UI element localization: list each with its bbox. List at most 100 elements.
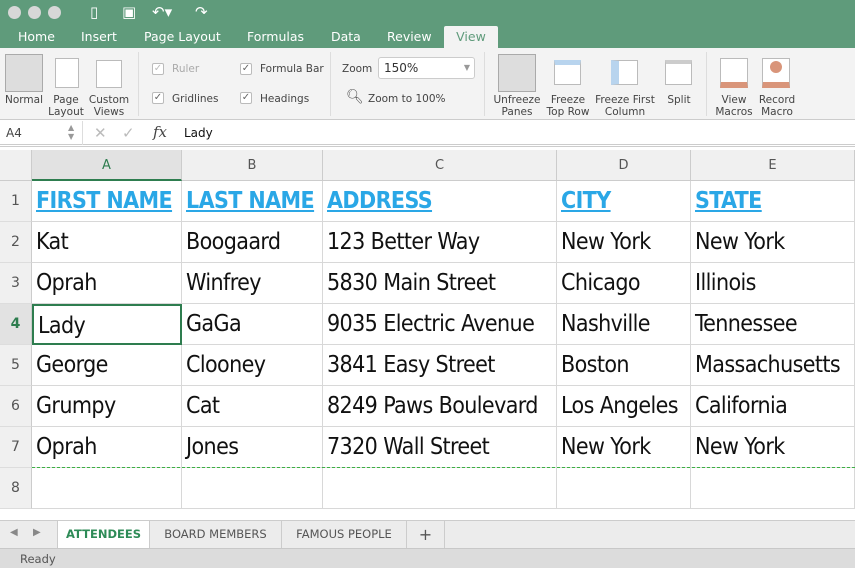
add-sheet-button[interactable]: + [407, 521, 445, 548]
freeze-first-column-icon[interactable] [611, 60, 638, 85]
cell[interactable]: Oprah [32, 427, 182, 468]
split-label[interactable]: Split [660, 94, 698, 106]
ruler-checkbox[interactable]: ✓ [152, 63, 164, 75]
cell[interactable]: Kat [32, 222, 182, 263]
cell[interactable]: Winfrey [182, 263, 323, 304]
cell[interactable] [182, 468, 323, 509]
row-header-6[interactable]: 6 [0, 386, 32, 427]
row-header-8[interactable]: 8 [0, 468, 32, 509]
column-header-A[interactable]: A [32, 150, 182, 181]
sheet-tab-famous-people[interactable]: FAMOUS PEOPLE [282, 521, 407, 548]
cell[interactable]: Massachusetts [691, 345, 855, 386]
page-layout-icon[interactable] [55, 58, 79, 88]
cell[interactable]: Tennessee [691, 304, 855, 345]
freeze-top-row-icon[interactable] [554, 60, 581, 85]
sidebar-icon[interactable]: ▯ [90, 3, 98, 21]
cell[interactable]: 123 Better Way [323, 222, 557, 263]
cell[interactable]: 8249 Paws Boulevard [323, 386, 557, 427]
name-box-stepper[interactable]: ▲ ▼ [68, 123, 74, 141]
cell[interactable] [557, 468, 691, 509]
cell[interactable]: Los Angeles [557, 386, 691, 427]
tab-home[interactable]: Home [18, 29, 55, 44]
row-header-2[interactable]: 2 [0, 222, 32, 263]
spreadsheet-grid[interactable]: A B C D E 1 FIRST NAME LAST NAME ADDRESS CITY STAT… [0, 150, 855, 520]
formula-bar-checkbox[interactable]: ✓ [240, 63, 252, 75]
unfreeze-panes-icon[interactable] [498, 54, 536, 92]
enter-icon[interactable]: ✓ [122, 124, 135, 142]
insert-function-button[interactable]: fx [153, 123, 167, 141]
cell[interactable]: Clooney [182, 345, 323, 386]
tab-data[interactable]: Data [331, 29, 361, 44]
cell[interactable]: 9035 Electric Avenue [323, 304, 557, 345]
row-header-5[interactable]: 5 [0, 345, 32, 386]
row-header-4[interactable]: 4 [0, 304, 32, 345]
record-macro-icon[interactable] [762, 58, 790, 88]
save-icon[interactable]: ▣ [122, 3, 136, 21]
tab-page-layout[interactable]: Page Layout [144, 29, 221, 44]
cell[interactable]: 5830 Main Street [323, 263, 557, 304]
cell[interactable]: Cat [182, 386, 323, 427]
cell[interactable]: California [691, 386, 855, 427]
redo-icon[interactable]: ↷ [195, 3, 208, 21]
record-macro-label[interactable]: Record Macro [755, 94, 799, 118]
cell[interactable]: Illinois [691, 263, 855, 304]
cancel-icon[interactable]: ✕ [94, 124, 107, 142]
cell[interactable]: Chicago [557, 263, 691, 304]
cell[interactable]: GaGa [182, 304, 323, 345]
zoom-button[interactable] [48, 6, 61, 19]
cell[interactable]: Oprah [32, 263, 182, 304]
scroll-right-icon[interactable]: ▶ [33, 527, 41, 538]
column-title-cell[interactable]: LAST NAME [182, 181, 323, 222]
cell[interactable]: Boogaard [182, 222, 323, 263]
scroll-left-icon[interactable]: ◀ [10, 527, 18, 538]
tab-insert[interactable]: Insert [81, 29, 117, 44]
close-button[interactable] [8, 6, 21, 19]
zoom-select[interactable]: 150% ▼ [378, 57, 475, 79]
tab-view[interactable]: View [444, 26, 498, 48]
view-macros-icon[interactable] [720, 58, 748, 88]
cell[interactable]: Jones [182, 427, 323, 468]
view-macros-label[interactable]: View Macros [713, 94, 755, 118]
headings-checkbox[interactable]: ✓ [240, 92, 252, 104]
split-icon[interactable] [665, 60, 692, 85]
cell[interactable]: New York [557, 222, 691, 263]
unfreeze-panes-label[interactable]: Unfreeze Panes [492, 94, 542, 118]
cell[interactable] [32, 468, 182, 509]
cell[interactable]: 7320 Wall Street [323, 427, 557, 468]
freeze-first-column-label[interactable]: Freeze First Column [592, 94, 658, 118]
column-title-cell[interactable]: CITY [557, 181, 691, 222]
select-all-corner[interactable] [0, 150, 32, 181]
cell[interactable]: George [32, 345, 182, 386]
cell[interactable]: 3841 Easy Street [323, 345, 557, 386]
column-header-C[interactable]: C [323, 150, 557, 181]
minimize-button[interactable] [28, 6, 41, 19]
formula-input[interactable]: Lady [184, 126, 213, 140]
column-title-cell[interactable]: FIRST NAME [32, 181, 182, 222]
normal-view-button[interactable] [5, 54, 43, 92]
gridlines-checkbox[interactable]: ✓ [152, 92, 164, 104]
tab-review[interactable]: Review [387, 29, 432, 44]
name-box[interactable]: A4 [6, 126, 22, 140]
selected-cell[interactable]: Lady [32, 304, 182, 345]
column-header-E[interactable]: E [691, 150, 855, 181]
cell[interactable]: New York [691, 222, 855, 263]
row-header-1[interactable]: 1 [0, 181, 32, 222]
cell[interactable]: Nashville [557, 304, 691, 345]
cell[interactable] [323, 468, 557, 509]
sheet-tab-board-members[interactable]: BOARD MEMBERS [150, 521, 282, 548]
row-header-7[interactable]: 7 [0, 427, 32, 468]
zoom-to-100-button[interactable]: Zoom to 100% [368, 93, 446, 105]
cell[interactable] [691, 468, 855, 509]
freeze-top-row-label[interactable]: Freeze Top Row [542, 94, 594, 118]
column-title-cell[interactable]: STATE [691, 181, 855, 222]
cell[interactable]: New York [691, 427, 855, 468]
cell[interactable]: Boston [557, 345, 691, 386]
tab-formulas[interactable]: Formulas [247, 29, 304, 44]
cell[interactable]: Grumpy [32, 386, 182, 427]
sheet-tab-attendees[interactable]: ATTENDEES [57, 521, 150, 548]
column-header-D[interactable]: D [557, 150, 691, 181]
column-title-cell[interactable]: ADDRESS [323, 181, 557, 222]
column-header-B[interactable]: B [182, 150, 323, 181]
cell[interactable]: New York [557, 427, 691, 468]
undo-icon[interactable]: ↶▾ [152, 3, 172, 21]
